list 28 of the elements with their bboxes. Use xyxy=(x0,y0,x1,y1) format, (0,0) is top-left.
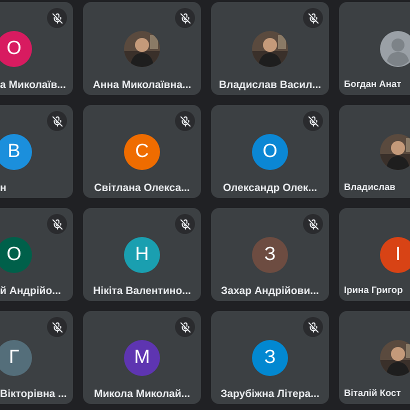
participant-name: Владислав Васил... xyxy=(218,79,322,91)
avatar: З xyxy=(252,340,288,376)
avatar: В xyxy=(0,134,32,170)
participant-name: Захар Андрійови... xyxy=(220,285,320,297)
participant-name: Ірина Григор xyxy=(343,285,404,295)
participant-name: Віталій Кост xyxy=(343,388,402,398)
participant-name: Зарубіжна Літера... xyxy=(220,388,320,400)
participant-name: Анна Миколаївна... xyxy=(92,79,192,91)
participant-name: й Андрійо... xyxy=(0,285,62,297)
participant-name: н xyxy=(0,182,8,194)
avatar: С xyxy=(124,134,160,170)
avatar: Г xyxy=(0,340,32,376)
participant-name: Микола Миколай... xyxy=(92,388,192,400)
avatar: І xyxy=(380,237,410,273)
avatar: О xyxy=(0,237,32,273)
participant-name: Нікіта Валентино... xyxy=(92,285,192,297)
participant-name: Богдан Анат xyxy=(343,79,402,89)
default-avatar-icon xyxy=(380,31,410,67)
participant-name: а Миколаїв... xyxy=(0,79,67,91)
avatar: Н xyxy=(124,237,160,273)
avatar: О xyxy=(0,31,32,67)
avatar: О xyxy=(252,134,288,170)
avatar: З xyxy=(252,237,288,273)
participant-name: Владислав xyxy=(343,182,396,192)
avatar: М xyxy=(124,340,160,376)
participant-name: Олександр Олек... xyxy=(222,182,318,194)
participant-name: Світлана Олекса... xyxy=(93,182,191,194)
participant-name: Вікторівна ... xyxy=(0,388,68,400)
